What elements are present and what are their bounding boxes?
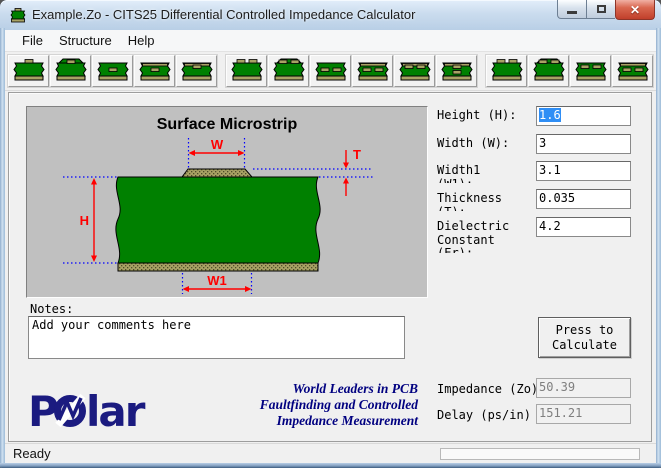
logo-letter-p: P <box>30 387 58 433</box>
menu-structure[interactable]: Structure <box>51 31 120 50</box>
coated-microstrip-icon <box>54 57 88 86</box>
toolbar-button-differential-coated-microstrip[interactable] <box>528 55 569 87</box>
app-icon <box>10 7 26 23</box>
differential-surface-microstrip-icon <box>490 57 524 86</box>
surface-microstrip-diagram: Surface Microstrip <box>27 107 427 297</box>
toolbar-button-edge-coupled-offset-stripline[interactable] <box>352 55 393 87</box>
offset-stripline-icon <box>138 57 172 86</box>
height-label: Height (H): <box>437 109 516 123</box>
dimension-label-w: W <box>211 137 224 152</box>
calculate-button-line1: Press to <box>556 323 614 337</box>
delay-label: Delay (ps/in) <box>437 409 531 423</box>
dimension-label-w1: W1 <box>207 273 227 288</box>
status-bar: Ready <box>5 443 656 463</box>
stripline-icon <box>96 57 130 86</box>
toolbar-button-surface-microstrip[interactable] <box>8 55 49 87</box>
delay-field: 151.21 <box>536 404 631 424</box>
logo-pulse-o-icon <box>58 396 84 425</box>
width-value: 3 <box>539 136 546 150</box>
structure-diagram-panel: Surface Microstrip <box>26 106 428 298</box>
close-button[interactable]: ✕ <box>615 0 655 20</box>
window-border-bottom <box>0 463 661 468</box>
window-border-right <box>656 28 661 468</box>
minimize-icon <box>567 11 577 14</box>
dielectric-constant-value: 4.2 <box>539 219 561 233</box>
toolbar-button-broadside-coupled-stripline[interactable] <box>436 55 477 87</box>
edge-coupled-surface-microstrip-icon <box>230 57 264 86</box>
toolbar-button-edge-coupled-coated-microstrip[interactable] <box>268 55 309 87</box>
toolbar-button-offset-stripline[interactable] <box>134 55 175 87</box>
toolbar-button-edge-coupled-stripline[interactable] <box>310 55 351 87</box>
toolbar-button-differential-stripline[interactable] <box>612 55 653 87</box>
calculate-button-line2: Calculate <box>552 338 617 352</box>
logo-letters-lar: lar <box>86 387 146 433</box>
impedance-value: 50.39 <box>539 380 575 394</box>
broadside-coupled-stripline-icon <box>440 57 474 86</box>
dimension-label-t: T <box>353 147 361 162</box>
dimension-label-h: H <box>80 213 89 228</box>
thickness-value: 0.035 <box>539 191 575 205</box>
impedance-field: 50.39 <box>536 378 631 398</box>
differential-embedded-microstrip-icon <box>574 57 608 86</box>
diagram-title: Surface Microstrip <box>157 116 298 133</box>
window-title: Example.Zo - CITS25 Differential Control… <box>32 0 415 30</box>
delay-value: 151.21 <box>539 406 582 420</box>
edge-coupled-embedded-microstrip-icon <box>398 57 432 86</box>
status-text: Ready <box>13 446 51 461</box>
thickness-label: Thickness(T): <box>437 192 502 211</box>
polar-logo: P lar <box>30 387 162 433</box>
window-controls: ✕ <box>557 0 655 20</box>
surface-microstrip-icon <box>12 57 46 86</box>
width-field[interactable]: 3 <box>536 134 631 154</box>
height-field[interactable]: 1.6 <box>536 106 631 126</box>
toolbar-button-embedded-microstrip[interactable] <box>176 55 217 87</box>
ground-plane-shape <box>118 263 318 271</box>
maximize-button[interactable] <box>587 0 615 19</box>
dielectric-constant-label: DielectricConstant(Er): <box>437 220 509 253</box>
toolbar-button-edge-coupled-embedded-microstrip[interactable] <box>394 55 435 87</box>
thickness-field[interactable]: 0.035 <box>536 189 631 209</box>
dielectric-constant-field[interactable]: 4.2 <box>536 217 631 237</box>
width-label: Width (W): <box>437 137 509 151</box>
edge-coupled-offset-stripline-icon <box>356 57 390 86</box>
toolbar-group <box>226 55 478 87</box>
notes-text: Add your comments here <box>32 318 191 332</box>
toolbar-group <box>8 55 218 87</box>
toolbar-group <box>486 55 654 87</box>
minimize-button[interactable] <box>557 0 587 19</box>
substrate-shape <box>116 177 320 263</box>
trace-shape <box>182 169 252 177</box>
toolbar-button-differential-surface-microstrip[interactable] <box>486 55 527 87</box>
differential-stripline-icon <box>616 57 650 86</box>
embedded-microstrip-icon <box>180 57 214 86</box>
width1-label: Width1(W1): <box>437 164 480 183</box>
toolbar <box>5 52 656 91</box>
menu-bar: File Structure Help <box>5 30 656 52</box>
toolbar-button-edge-coupled-surface-microstrip[interactable] <box>226 55 267 87</box>
toolbar-button-coated-microstrip[interactable] <box>50 55 91 87</box>
edge-coupled-stripline-icon <box>314 57 348 86</box>
brand-tagline: World Leaders in PCB Faultfinding and Co… <box>228 381 418 429</box>
notes-label: Notes: <box>30 302 73 316</box>
toolbar-button-differential-embedded-microstrip[interactable] <box>570 55 611 87</box>
calculate-button[interactable]: Press to Calculate <box>538 317 631 358</box>
notes-input[interactable]: Add your comments here <box>28 316 405 359</box>
close-icon: ✕ <box>630 3 640 17</box>
width1-field[interactable]: 3.1 <box>536 161 631 181</box>
status-pane <box>440 448 640 460</box>
menu-help[interactable]: Help <box>120 31 163 50</box>
height-value: 1.6 <box>539 108 561 122</box>
title-bar[interactable]: Example.Zo - CITS25 Differential Control… <box>0 0 661 30</box>
width1-value: 3.1 <box>539 163 561 177</box>
app-window: Example.Zo - CITS25 Differential Control… <box>0 0 661 468</box>
maximize-icon <box>597 5 606 13</box>
edge-coupled-coated-microstrip-icon <box>272 57 306 86</box>
toolbar-button-stripline[interactable] <box>92 55 133 87</box>
impedance-label: Impedance (Zo) <box>437 383 538 397</box>
differential-coated-microstrip-icon <box>532 57 566 86</box>
menu-file[interactable]: File <box>14 31 51 50</box>
